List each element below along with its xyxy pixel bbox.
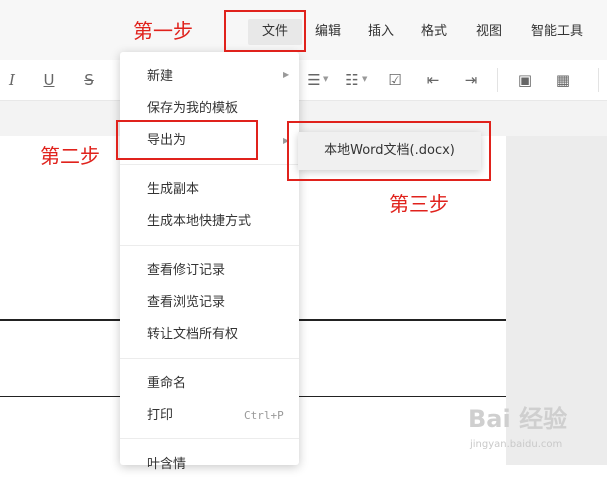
menu-item-revision-history[interactable]: 查看修订记录 (147, 259, 225, 283)
annotation-box-step3 (287, 121, 491, 181)
dropdown-caret-icon[interactable]: ▼ (362, 75, 367, 83)
menu-item-save-as-template[interactable]: 保存为我的模板 (147, 97, 238, 121)
menu-item-view-history[interactable]: 查看浏览记录 (147, 291, 225, 315)
menu-format[interactable]: 格式 (414, 19, 454, 45)
dropdown-caret-icon[interactable]: ▼ (323, 75, 328, 83)
annotation-step1: 第一步 (133, 19, 193, 43)
menu-view[interactable]: 视图 (469, 19, 509, 45)
strikethrough-button[interactable]: S (80, 69, 98, 91)
annotation-step2: 第二步 (40, 144, 100, 168)
numbered-list-icon[interactable]: ☷ (344, 69, 360, 91)
annotation-box-step1 (224, 10, 306, 52)
annotation-step3: 第三步 (389, 192, 449, 216)
menu-item-transfer-ownership[interactable]: 转让文档所有权 (147, 323, 238, 347)
menu-item-create-shortcut[interactable]: 生成本地快捷方式 (147, 210, 251, 234)
menu-smart-tools[interactable]: 智能工具 (524, 19, 590, 45)
menu-item-partial[interactable]: 叶含情 (147, 453, 186, 477)
watermark-brand: Bai 经验 (468, 405, 568, 433)
bullet-list-icon[interactable]: ☰ (306, 69, 322, 91)
menu-item-rename[interactable]: 重命名 (147, 372, 186, 396)
outdent-icon[interactable]: ⇤ (424, 69, 442, 91)
watermark-url: jingyan.baidu.com (470, 439, 563, 450)
submenu-arrow-icon: ▶ (283, 70, 290, 79)
checkbox-list-icon[interactable]: ☑ (386, 69, 404, 91)
underline-button[interactable]: U (40, 69, 58, 91)
indent-icon[interactable]: ⇥ (462, 69, 480, 91)
menu-item-make-copy[interactable]: 生成副本 (147, 178, 199, 202)
insert-table-icon[interactable]: ▦ (554, 69, 572, 91)
menu-insert[interactable]: 插入 (361, 19, 401, 45)
menu-divider (120, 164, 299, 165)
menu-divider (120, 358, 299, 359)
annotation-box-step2 (116, 120, 258, 160)
menu-item-new[interactable]: 新建 (147, 65, 173, 89)
menu-divider (120, 245, 299, 246)
menu-divider (120, 438, 299, 439)
italic-button[interactable]: I (4, 69, 20, 91)
toolbar-divider (598, 68, 599, 92)
toolbar-divider (497, 68, 498, 92)
print-shortcut: Ctrl+P (244, 409, 284, 422)
watermark: Bai 经验 jingyan.baidu.com (468, 402, 604, 460)
menu-item-print[interactable]: 打印 (147, 404, 173, 428)
insert-image-icon[interactable]: ▣ (516, 69, 534, 91)
menu-edit[interactable]: 编辑 (306, 19, 350, 45)
